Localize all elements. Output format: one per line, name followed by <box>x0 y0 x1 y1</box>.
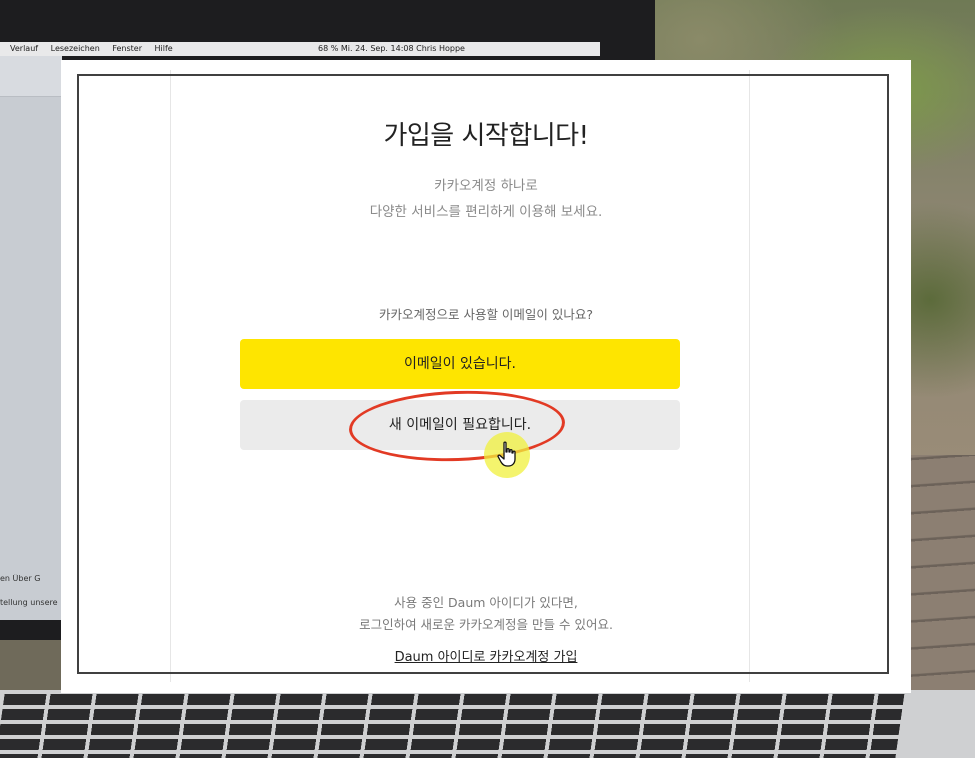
footer-line-1: 사용 중인 Daum 아이디가 있다면, <box>394 595 578 610</box>
signup-panel: 가입을 시작합니다! 카카오계정 하나로 다양한 서비스를 편리하게 이용해 보… <box>61 60 911 693</box>
footer-line-2: 로그인하여 새로운 카카오계정을 만들 수 있어요. <box>359 617 613 632</box>
background-text-2: tellung unsere <box>0 598 58 607</box>
has-email-button[interactable]: 이메일이 있습니다. <box>240 339 680 389</box>
page-title: 가입을 시작합니다! <box>383 121 589 151</box>
hand-pointer-icon <box>497 441 516 467</box>
subtitle-line-1: 카카오계정 하나로 <box>434 178 538 194</box>
laptop-display <box>0 42 62 620</box>
email-question: 카카오계정으로 사용할 이메일이 있나요? <box>378 307 594 322</box>
menubar-item-fenster: Fenster <box>112 44 142 53</box>
menubar-status: 68 % Mi. 24. Sep. 14:08 Chris Hoppe <box>318 44 465 53</box>
menubar-item-lesezeichen: Lesezeichen <box>50 44 100 53</box>
background-text-1: en Über G <box>0 574 41 583</box>
background-toolbar <box>0 56 62 97</box>
menubar-item-verlauf: Verlauf <box>10 44 39 53</box>
daum-signup-link[interactable]: Daum 아이디로 카카오계정 가입 <box>61 646 911 665</box>
need-new-email-button[interactable]: 새 이메일이 필요합니다. <box>240 400 680 450</box>
mac-menubar: Verlauf Lesezeichen Fenster Hilfe 68 % M… <box>0 42 600 56</box>
laptop-keys <box>0 694 905 758</box>
subtitle-line-2: 다양한 서비스를 편리하게 이용해 보세요. <box>369 204 603 220</box>
menubar-item-hilfe: Hilfe <box>154 44 173 53</box>
